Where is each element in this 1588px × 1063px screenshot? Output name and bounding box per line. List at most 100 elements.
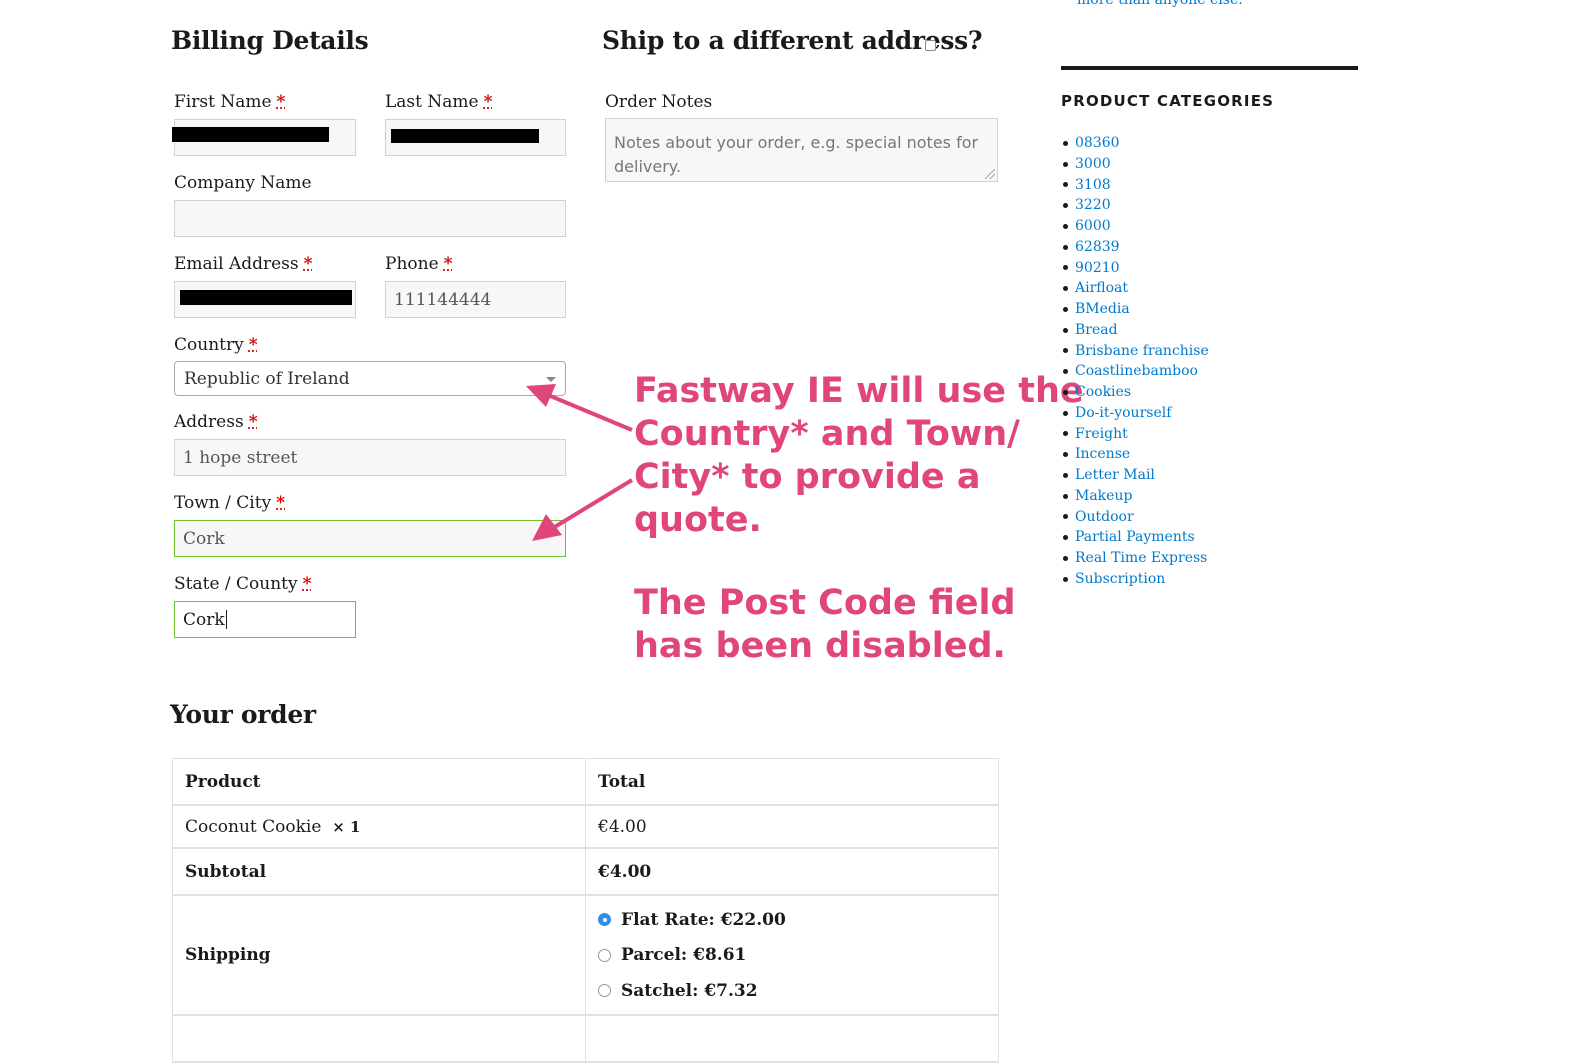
last-name-input[interactable] [385,119,566,156]
bullet-icon [1063,161,1068,167]
first-name-label: First Name * [174,92,285,112]
order-notes-textarea[interactable]: Notes about your order, e.g. special not… [605,118,998,182]
state-county-label-text: State / County [174,574,298,594]
annotation-line: City* to provide a [634,457,981,497]
table-row [172,1014,999,1063]
sidebar-divider [1061,66,1358,70]
category-link[interactable]: 3000 [1075,154,1111,175]
bullet-icon [1063,369,1068,375]
category-list-item: 3108 [1063,175,1209,196]
bullet-icon [1063,555,1068,561]
category-link[interactable]: Subscription [1075,569,1165,590]
category-list-item: 3000 [1063,154,1209,175]
category-link[interactable]: Freight [1075,424,1128,445]
shipping-option-radio[interactable] [598,913,611,926]
address-value: 1 hope street [183,447,298,468]
bullet-icon [1063,223,1068,229]
country-selected-value: Republic of Ireland [184,368,350,389]
bullet-icon [1063,389,1068,395]
redaction-bar [172,127,329,142]
category-link[interactable]: Letter Mail [1075,465,1155,486]
bullet-icon [1063,493,1068,499]
required-mark: * [276,92,286,112]
chevron-down-icon [546,377,556,382]
category-list-item: Subscription [1063,569,1209,590]
subtotal-value: €4.00 [585,847,999,896]
country-select[interactable]: Republic of Ireland [174,361,566,396]
state-county-label: State / County * [174,574,312,594]
category-list-item: Freight [1063,424,1209,445]
shipping-option[interactable]: Satchel: €7.32 [598,973,986,1009]
category-link[interactable]: Real Time Express [1075,548,1207,569]
shipping-option-label: Flat Rate: €22.00 [621,909,786,930]
order-notes-placeholder: Notes about your order, e.g. special not… [614,133,979,176]
product-categories-list: 08360 3000 3108 3220 6000 62839 90210 Airfloat B… [1063,133,1209,590]
bullet-icon [1063,182,1068,188]
annotation-line: Fastway IE will use the [634,371,1084,411]
state-county-value: Cork [183,609,225,630]
category-list-item: 6000 [1063,216,1209,237]
product-cell: Coconut Cookie × 1 [172,804,586,849]
table-row: Coconut Cookie × 1 €4.00 [172,804,999,849]
category-list-item: 08360 [1063,133,1209,154]
bullet-icon [1063,140,1068,146]
category-list-item: 62839 [1063,237,1209,258]
bullet-icon [1063,535,1068,541]
ship-different-address-checkbox[interactable] [925,40,936,51]
town-city-input[interactable]: Cork [174,520,566,557]
total-row-label [172,1014,586,1063]
email-input[interactable] [174,281,356,318]
annotation-line: The Post Code field [634,583,1016,623]
company-name-label-text: Company Name [174,173,312,193]
shipping-option-radio[interactable] [598,948,611,962]
category-link[interactable]: 3108 [1075,175,1111,196]
category-link[interactable]: Do-it-yourself [1075,403,1171,424]
category-link[interactable]: 08360 [1075,133,1120,154]
required-mark: * [248,412,258,432]
your-order-title: Your order [170,700,316,729]
shipping-option-radio[interactable] [598,984,611,997]
shipping-option[interactable]: Flat Rate: €22.00 [598,902,986,938]
category-link[interactable]: Outdoor [1075,507,1134,528]
category-link[interactable]: 3220 [1075,195,1111,216]
first-name-input[interactable] [172,119,356,156]
shipping-option[interactable]: Parcel: €8.61 [598,937,986,973]
column-header-total: Total [585,758,999,806]
category-link[interactable]: Cookies [1075,382,1131,403]
country-label-text: Country [174,335,244,355]
category-link[interactable]: Coastlinebamboo [1075,361,1198,382]
phone-input[interactable]: 111144444 [385,281,566,318]
sidebar-top-link[interactable]: more than anyone else. [1077,0,1243,8]
redaction-bar [391,129,539,143]
category-link[interactable]: 90210 [1075,258,1120,279]
bullet-icon [1063,431,1068,437]
annotation-text: Fastway IE will use the Country* and Tow… [634,370,1084,542]
company-name-input[interactable] [174,200,566,237]
address-input[interactable]: 1 hope street [174,439,566,476]
category-list-item: Real Time Express [1063,548,1209,569]
category-link[interactable]: Airfloat [1075,278,1128,299]
shipping-label: Shipping [172,894,586,1016]
shipping-option-label: Satchel: €7.32 [621,980,758,1001]
annotation-line: quote. [634,500,762,540]
category-list-item: BMedia [1063,299,1209,320]
category-link[interactable]: BMedia [1075,299,1130,320]
category-link[interactable]: 62839 [1075,237,1120,258]
category-link[interactable]: 6000 [1075,216,1111,237]
state-county-input[interactable]: Cork [174,601,356,638]
town-city-value: Cork [183,528,225,549]
required-mark: * [248,335,258,355]
annotation-line: Country* and Town/ [634,414,1020,454]
phone-label-text: Phone [385,254,439,274]
column-header-product: Product [172,758,586,806]
category-link[interactable]: Partial Payments [1075,527,1195,548]
category-link[interactable]: Incense [1075,444,1130,465]
table-header-row: Product Total [172,758,999,806]
resize-handle-icon[interactable] [985,169,995,179]
bullet-icon [1063,327,1068,333]
category-link[interactable]: Brisbane franchise [1075,341,1209,362]
category-link[interactable]: Makeup [1075,486,1132,507]
shipping-options: Flat Rate: €22.00 Parcel: €8.61 Satchel: €… [598,902,986,1009]
shipping-options-cell: Flat Rate: €22.00 Parcel: €8.61 Satchel: €… [585,894,999,1016]
category-link[interactable]: Bread [1075,320,1118,341]
